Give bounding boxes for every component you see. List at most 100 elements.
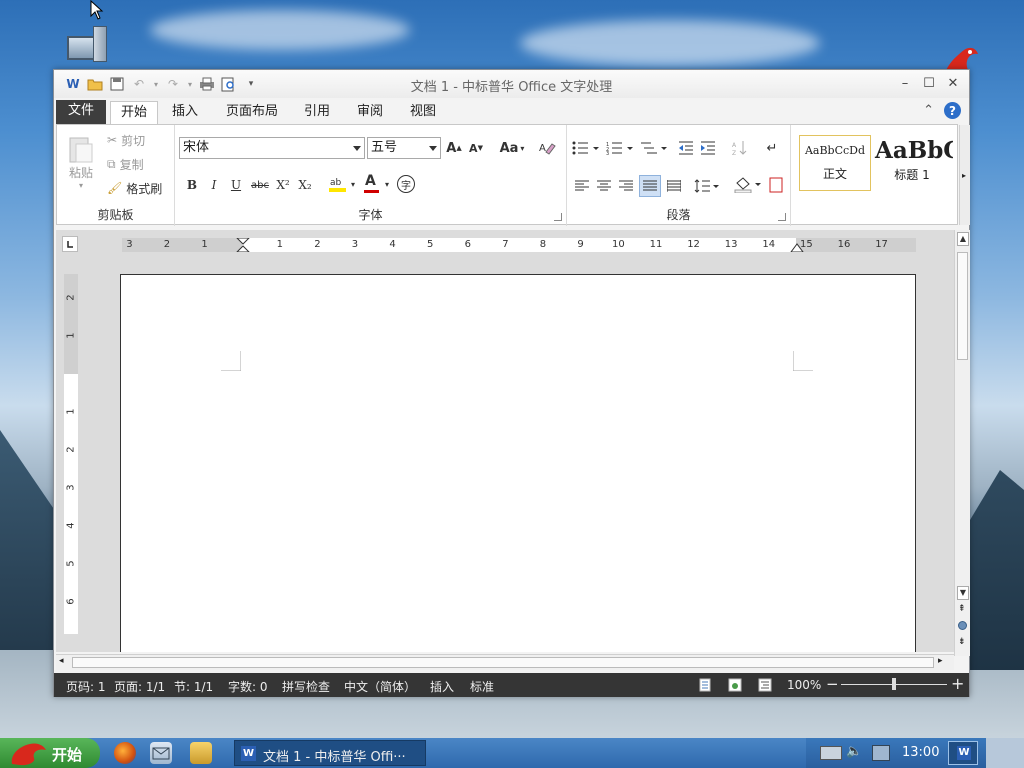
align-center-button[interactable] bbox=[595, 177, 613, 195]
zoom-out-button[interactable]: − bbox=[826, 675, 839, 693]
horizontal-scroll-thumb[interactable] bbox=[72, 657, 934, 668]
gallery-more-icon[interactable]: ▸ bbox=[962, 171, 966, 180]
tab-insert[interactable]: 插入 bbox=[162, 101, 208, 124]
tab-view[interactable]: 视图 bbox=[400, 101, 446, 124]
status-word-count[interactable]: 字数: 0 bbox=[228, 678, 268, 695]
superscript-button[interactable]: X² bbox=[273, 175, 293, 195]
format-painter-button[interactable]: 🖌 格式刷 bbox=[107, 179, 162, 197]
subscript-button[interactable]: X₂ bbox=[295, 175, 315, 195]
paste-button[interactable]: 粘贴 ▾ bbox=[63, 131, 99, 193]
ruler-tick-label: 5 bbox=[427, 239, 434, 250]
gallery-scroll[interactable]: ▸ bbox=[959, 125, 970, 225]
align-left-button[interactable] bbox=[573, 177, 591, 195]
close-button[interactable]: ✕ bbox=[943, 74, 963, 92]
network-icon[interactable] bbox=[872, 745, 890, 761]
volume-icon[interactable]: 🔈 bbox=[846, 744, 862, 759]
clock[interactable]: 13:00 bbox=[902, 745, 939, 760]
file-manager-icon[interactable] bbox=[190, 742, 212, 764]
multilevel-list-button[interactable] bbox=[639, 139, 669, 157]
ruler-tick-label: 5 bbox=[65, 560, 77, 567]
title-bar[interactable]: W ↶ ▾ ↷ ▾ ▾ 文档 1 - 中标普华 Office 文字处理 – ☐ … bbox=[54, 70, 969, 98]
right-indent-marker-icon[interactable] bbox=[790, 242, 804, 252]
minimize-button[interactable]: – bbox=[895, 74, 915, 92]
show-desktop-button[interactable] bbox=[986, 738, 1024, 768]
distribute-button[interactable] bbox=[665, 177, 683, 195]
italic-button[interactable]: I bbox=[205, 175, 223, 195]
scroll-right-icon[interactable]: ▸ bbox=[938, 656, 943, 666]
font-name-combo[interactable]: 宋体 bbox=[179, 137, 365, 159]
cut-button[interactable]: ✂ 剪切 bbox=[107, 131, 145, 149]
status-standard[interactable]: 标准 bbox=[470, 678, 494, 695]
shading-button[interactable] bbox=[733, 175, 763, 195]
scroll-left-icon[interactable]: ◂ bbox=[59, 656, 64, 666]
status-insert-mode[interactable]: 插入 bbox=[430, 678, 454, 695]
copy-button[interactable]: ⧉ 复制 bbox=[107, 155, 144, 173]
taskbar-item-document[interactable]: W 文档 1 - 中标普华 Offi··· bbox=[234, 740, 426, 766]
web-layout-view-icon[interactable] bbox=[728, 678, 742, 692]
decrease-indent-button[interactable] bbox=[677, 139, 695, 157]
numbering-button[interactable]: 123 bbox=[605, 139, 635, 157]
taskbar: 开始 W 文档 1 - 中标普华 Offi··· 🔈 13:00 W bbox=[0, 738, 1024, 768]
input-method-icon[interactable]: W bbox=[948, 741, 978, 765]
start-button[interactable]: 开始 bbox=[0, 738, 100, 768]
computer-desktop-icon[interactable] bbox=[63, 22, 111, 68]
status-language[interactable]: 中文（简体） bbox=[344, 678, 416, 695]
zoom-slider-thumb[interactable] bbox=[892, 678, 896, 690]
borders-button[interactable] bbox=[767, 175, 785, 195]
align-right-button[interactable] bbox=[617, 177, 635, 195]
tab-references[interactable]: 引用 bbox=[294, 101, 340, 124]
clear-format-icon[interactable]: A bbox=[537, 139, 557, 157]
bold-button[interactable]: B bbox=[183, 175, 201, 195]
scroll-up-icon[interactable]: ▲ bbox=[957, 232, 969, 246]
tab-home[interactable]: 开始 bbox=[110, 101, 159, 124]
tab-stop-selector[interactable] bbox=[62, 236, 78, 252]
prev-page-icon[interactable]: ⇞ bbox=[958, 604, 966, 614]
vertical-ruler[interactable]: 2 1 1 2 3 4 5 6 bbox=[64, 274, 78, 634]
sort-button[interactable]: AZ bbox=[731, 139, 749, 157]
outline-view-icon[interactable] bbox=[758, 678, 772, 692]
mail-icon[interactable] bbox=[150, 742, 172, 764]
strikethrough-button[interactable]: abc bbox=[249, 175, 271, 195]
firefox-icon[interactable] bbox=[114, 742, 136, 764]
line-spacing-button[interactable] bbox=[693, 177, 721, 195]
font-color-dropdown-icon[interactable]: ▾ bbox=[383, 177, 391, 191]
justify-button[interactable] bbox=[639, 175, 661, 197]
paragraph-dialog-launcher-icon[interactable] bbox=[778, 213, 786, 221]
browse-object-icon[interactable] bbox=[958, 621, 967, 630]
underline-button[interactable]: U bbox=[227, 175, 245, 195]
highlight-dropdown-icon[interactable]: ▾ bbox=[349, 177, 357, 191]
tab-review[interactable]: 审阅 bbox=[347, 101, 393, 124]
maximize-button[interactable]: ☐ bbox=[919, 74, 939, 92]
horizontal-scrollbar[interactable]: ◂ ▸ bbox=[56, 654, 954, 670]
highlight-button[interactable]: ab bbox=[327, 173, 349, 195]
font-color-button[interactable]: A bbox=[361, 173, 383, 195]
font-size-combo[interactable]: 五号 bbox=[367, 137, 441, 159]
zoom-level[interactable]: 100% bbox=[787, 678, 821, 692]
help-icon[interactable]: ? bbox=[944, 102, 961, 119]
ruler-tick-label: 12 bbox=[687, 239, 700, 250]
document-page[interactable] bbox=[120, 274, 916, 652]
style-normal[interactable]: AaBbCcDd 正文 bbox=[799, 135, 871, 191]
increase-indent-button[interactable] bbox=[699, 139, 717, 157]
next-page-icon[interactable]: ⇟ bbox=[958, 637, 966, 647]
shrink-font-button[interactable]: A ▼ bbox=[467, 139, 485, 157]
tab-file[interactable]: 文件 bbox=[56, 100, 107, 124]
horizontal-ruler[interactable]: 3 2 1 1 2 3 4 5 6 7 8 9 10 11 12 13 14 15 16 17 bbox=[122, 238, 916, 252]
collapse-ribbon-icon[interactable]: ⌃ bbox=[923, 103, 934, 118]
grow-font-button[interactable]: A ▲ bbox=[445, 139, 463, 157]
style-heading-1[interactable]: AaBbC 标题 1 bbox=[871, 135, 953, 191]
font-dialog-launcher-icon[interactable] bbox=[554, 213, 562, 221]
scroll-down-icon[interactable]: ▼ bbox=[957, 586, 969, 600]
tab-page-layout[interactable]: 页面布局 bbox=[216, 101, 288, 124]
print-layout-view-icon[interactable] bbox=[698, 678, 712, 692]
change-case-button[interactable]: Aa ▾ bbox=[497, 139, 527, 157]
vertical-scroll-thumb[interactable] bbox=[957, 252, 968, 360]
status-spell-check[interactable]: 拼写检查 bbox=[282, 678, 330, 695]
vertical-scrollbar[interactable]: ▲ ▼ ⇞ ⇟ bbox=[954, 230, 970, 656]
show-marks-icon[interactable]: ↵ bbox=[763, 139, 781, 157]
enclose-char-button[interactable]: 字 bbox=[397, 175, 415, 193]
first-line-indent-marker-icon[interactable] bbox=[236, 238, 250, 252]
zoom-in-button[interactable]: + bbox=[951, 674, 964, 693]
bullets-button[interactable] bbox=[571, 139, 601, 157]
keyboard-icon[interactable] bbox=[820, 746, 842, 760]
